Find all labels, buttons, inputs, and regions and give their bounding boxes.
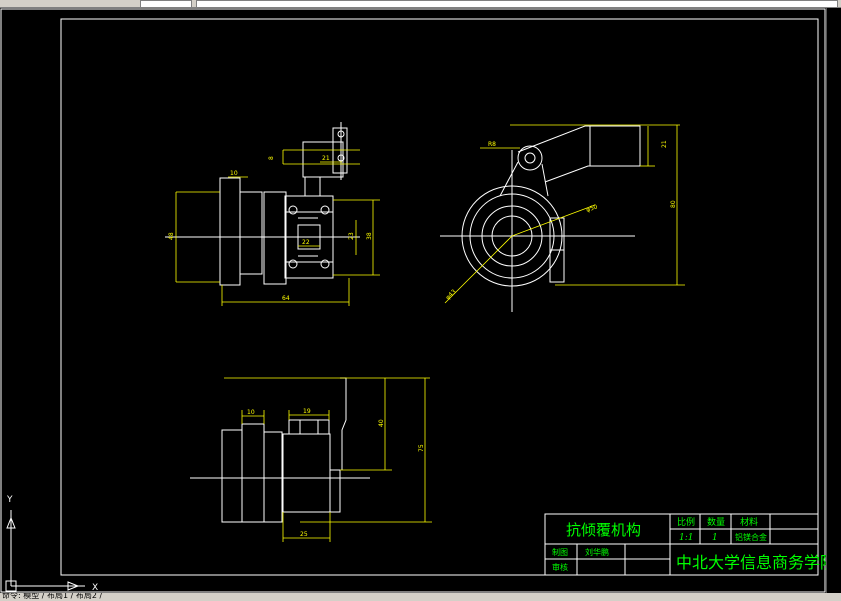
dim-top-19: 19 xyxy=(303,408,311,415)
title-block-drawn-name: 刘华鹏 xyxy=(585,547,609,557)
ucs-x-label: X xyxy=(92,583,98,593)
dim-top-25: 25 xyxy=(300,531,308,538)
dim-front-height-48: 48 xyxy=(168,232,175,240)
dim-front-inner-23: 23 xyxy=(348,232,355,240)
dim-side-phi43: φ43 xyxy=(444,288,457,301)
dim-top-75: 75 xyxy=(418,444,425,452)
front-view-dimensions xyxy=(175,149,380,306)
dim-side-21: 21 xyxy=(661,140,668,148)
dim-front-top-8: 8 xyxy=(268,156,275,160)
inner-border xyxy=(60,18,819,576)
front-view xyxy=(165,122,360,286)
side-view-dimensions xyxy=(444,124,685,304)
title-block-reviewed-label: 审核 xyxy=(552,562,568,572)
dim-top-10: 10 xyxy=(247,409,255,416)
dim-front-right-38: 38 xyxy=(366,232,373,240)
top-view-dimensions xyxy=(224,377,432,542)
vertical-scrollbar[interactable] xyxy=(826,8,841,593)
dim-top-40: 40 xyxy=(378,419,385,427)
dim-side-phi50: φ50 xyxy=(585,203,598,214)
dim-side-80: 80 xyxy=(670,200,677,208)
title-block-quantity-header: 数量 xyxy=(707,516,725,528)
title-block-drawn-label: 制图 xyxy=(552,547,568,557)
command-line-text: 命令: 模型 / 布局1 / 布局2 / xyxy=(2,593,103,600)
outer-border xyxy=(0,8,826,593)
title-block-drawing-title: 抗倾覆机构 xyxy=(566,521,641,539)
model-space-canvas[interactable]: 8 21 10 48 23 38 64 22 R8 21 φ50 φ43 80 xyxy=(0,0,841,601)
dim-front-bottom-64: 64 xyxy=(282,295,290,302)
title-block-scale-header: 比例 xyxy=(677,516,695,528)
title-block-school-name: 中北大学信息商务学院 xyxy=(676,553,836,572)
title-block-quantity-value: 1 xyxy=(712,533,718,543)
title-block-material-header: 材料 xyxy=(740,516,758,528)
title-block-material-value: 铝镁合金 xyxy=(735,532,767,542)
status-bar: 命令: 模型 / 布局1 / 布局2 / xyxy=(0,593,841,601)
dim-front-bore-22: 22 xyxy=(302,239,310,246)
top-view xyxy=(190,377,370,523)
side-view xyxy=(440,125,641,312)
dim-side-r8: R8 xyxy=(488,141,496,148)
ucs-y-label: Y xyxy=(6,495,13,505)
dim-front-left-10: 10 xyxy=(230,170,238,177)
dim-front-top-21: 21 xyxy=(322,155,330,162)
ucs-icon xyxy=(5,510,85,592)
title-block-scale-value: 1:1 xyxy=(679,533,693,543)
